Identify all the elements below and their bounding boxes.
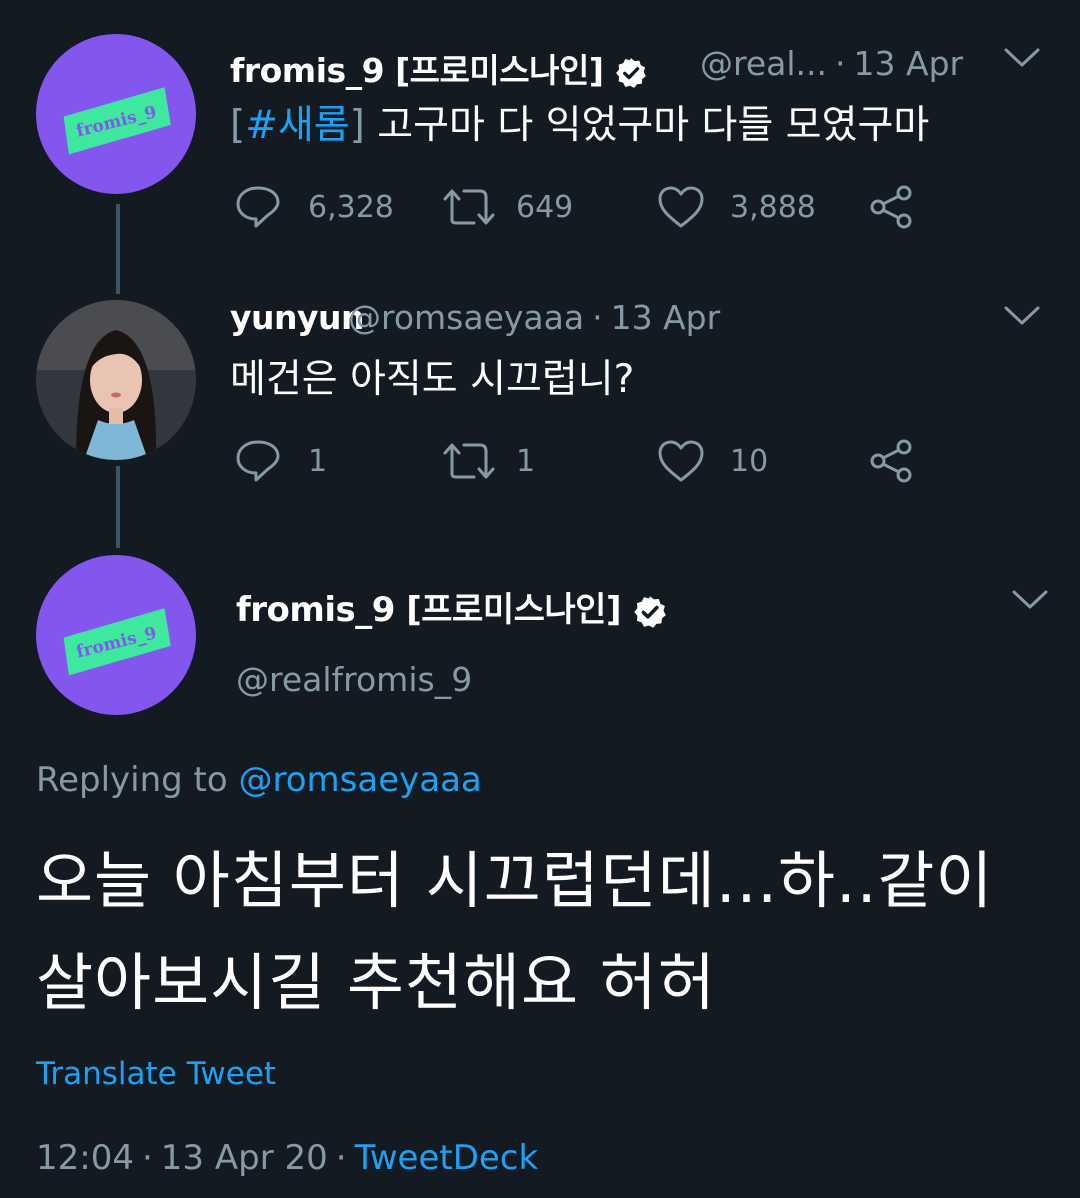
profile-photo <box>36 300 196 460</box>
author-handle[interactable]: @real... <box>700 44 827 83</box>
share-icon <box>870 439 912 483</box>
author-name[interactable]: yunyun <box>230 298 365 337</box>
retweet-count: 649 <box>516 189 574 225</box>
like-count: 3,888 <box>730 189 816 225</box>
tweet-source-link[interactable]: TweetDeck <box>355 1138 539 1178</box>
translate-tweet-link[interactable]: Translate Tweet <box>36 1056 276 1092</box>
tweet-text: [#새롬] 고구마 다 익었구마 다들 모였구마 <box>230 103 930 148</box>
tweet-text: 메건은 아직도 시끄럽니? <box>230 357 635 402</box>
replying-label: Replying to <box>36 760 228 800</box>
avatar[interactable]: fromis_9 <box>36 555 196 715</box>
tweet-time[interactable]: 13 Apr <box>611 298 721 337</box>
author-name[interactable]: fromis_9 [프로미스나인] <box>236 582 668 631</box>
tweet-text-line: 오늘 아침부터 시끄럽던데...하..같이 <box>36 844 994 917</box>
share-button[interactable] <box>868 184 916 230</box>
tweet-timestamp: 12:04 <box>36 1138 134 1178</box>
author-name-text: fromis_9 [프로미스나인] <box>236 590 622 630</box>
retweet-icon <box>443 189 495 225</box>
verified-icon <box>634 595 667 628</box>
author-name[interactable]: fromis_9 [프로미스나인] <box>230 44 648 92</box>
like-icon <box>658 440 704 482</box>
author-name-text: yunyun <box>230 298 365 337</box>
like-icon <box>658 186 704 228</box>
fromis-logo: fromis_9 <box>63 608 171 676</box>
retweet-button[interactable]: 1 <box>442 440 535 482</box>
tweet-time[interactable]: 13 Apr <box>854 44 964 83</box>
share-button[interactable] <box>868 438 916 484</box>
tweet-meta: 12:04 · 13 Apr 20 · TweetDeck <box>36 1138 539 1178</box>
handle-time: @romsaeyaaa · 13 Apr <box>348 298 721 337</box>
mention-link[interactable]: @romsaeyaaa <box>239 760 482 800</box>
thread-line <box>116 466 120 548</box>
verified-icon <box>616 57 647 88</box>
tweet-date: 13 Apr 20 <box>160 1138 328 1178</box>
author-handle[interactable]: @realfromis_9 <box>236 660 472 699</box>
like-count: 10 <box>730 443 769 479</box>
thread-line <box>116 204 120 294</box>
reply-button[interactable]: 6,328 <box>234 184 394 230</box>
chevron-down-icon[interactable] <box>1002 304 1042 328</box>
hashtag-link[interactable]: #새롬 <box>245 103 349 148</box>
fromis-logo: fromis_9 <box>63 87 171 155</box>
retweet-icon <box>443 443 495 479</box>
chevron-down-icon[interactable] <box>1002 46 1042 70</box>
retweet-count: 1 <box>516 443 536 479</box>
author-name-text: fromis_9 [프로미스나인] <box>230 51 604 90</box>
handle-time: @real... · 13 Apr <box>700 44 964 83</box>
author-handle[interactable]: @romsaeyaaa <box>348 298 584 337</box>
reply-count: 6,328 <box>308 189 394 225</box>
replying-to: Replying to @romsaeyaaa <box>36 760 482 800</box>
tweet-text-line: 살아보시길 추천해요 허허 <box>36 946 716 1019</box>
avatar[interactable]: fromis_9 <box>36 34 196 194</box>
reply-icon <box>236 440 280 482</box>
like-button[interactable]: 3,888 <box>656 184 816 230</box>
retweet-button[interactable]: 649 <box>442 186 573 228</box>
reply-count: 1 <box>308 443 328 479</box>
share-icon <box>870 185 912 229</box>
reply-button[interactable]: 1 <box>234 438 327 484</box>
reply-icon <box>236 186 280 228</box>
chevron-down-icon[interactable] <box>1010 588 1050 612</box>
like-button[interactable]: 10 <box>656 438 768 484</box>
avatar[interactable] <box>36 300 196 460</box>
